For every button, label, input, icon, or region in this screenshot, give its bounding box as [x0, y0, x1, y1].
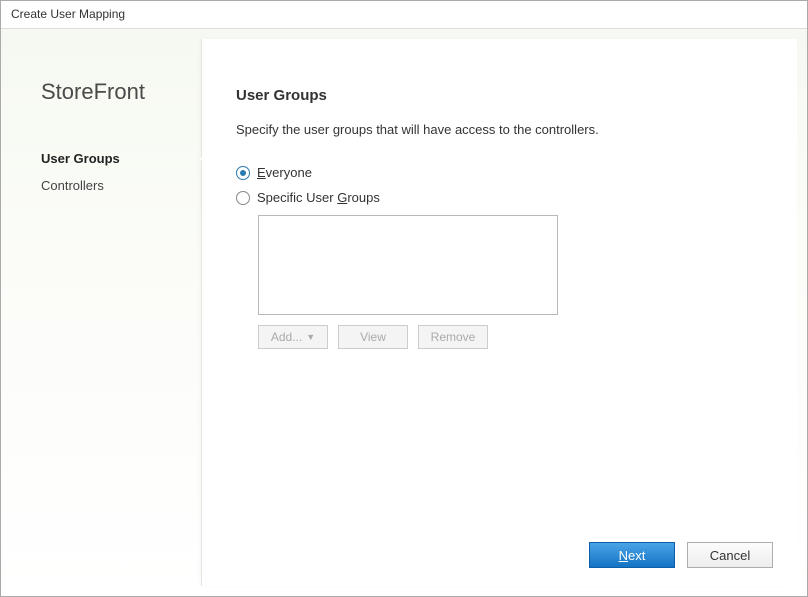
- view-button-label: View: [360, 330, 386, 344]
- radio-everyone[interactable]: [236, 166, 250, 180]
- next-button[interactable]: Next: [589, 542, 675, 568]
- radio-row-specific[interactable]: Specific User Groups: [236, 190, 763, 205]
- radio-row-everyone[interactable]: Everyone: [236, 165, 763, 180]
- page-title: User Groups: [236, 87, 763, 104]
- radio-dot-icon: [240, 170, 246, 176]
- add-button-label: Add...: [271, 330, 302, 344]
- sidebar-item-label: Controllers: [41, 178, 104, 193]
- dialog-body: StoreFront User Groups Controllers User …: [1, 29, 807, 596]
- content-panel: User Groups Specify the user groups that…: [201, 39, 797, 586]
- remove-button[interactable]: Remove: [418, 325, 488, 349]
- sidebar-item-controllers[interactable]: Controllers: [1, 172, 201, 199]
- sidebar-item-label: User Groups: [41, 151, 120, 166]
- radio-specific[interactable]: [236, 191, 250, 205]
- sidebar-item-user-groups[interactable]: User Groups: [1, 145, 201, 172]
- title-bar: Create User Mapping: [1, 1, 807, 29]
- list-buttons: Add... ▼ View Remove: [258, 325, 763, 349]
- chevron-down-icon: ▼: [306, 332, 315, 342]
- view-button[interactable]: View: [338, 325, 408, 349]
- content: User Groups Specify the user groups that…: [202, 39, 797, 528]
- brand-title: StoreFront: [1, 79, 201, 145]
- page-description: Specify the user groups that will have a…: [236, 122, 763, 137]
- sidebar: StoreFront User Groups Controllers: [1, 29, 201, 596]
- cancel-button-label: Cancel: [710, 548, 750, 563]
- footer: Next Cancel: [202, 528, 797, 586]
- next-button-label: Next: [619, 548, 646, 563]
- remove-button-label: Remove: [431, 330, 476, 344]
- radio-label-everyone[interactable]: Everyone: [257, 165, 312, 180]
- cancel-button[interactable]: Cancel: [687, 542, 773, 568]
- add-button[interactable]: Add... ▼: [258, 325, 328, 349]
- groups-listbox[interactable]: [258, 215, 558, 315]
- radio-label-specific[interactable]: Specific User Groups: [257, 190, 380, 205]
- window-title: Create User Mapping: [11, 7, 125, 21]
